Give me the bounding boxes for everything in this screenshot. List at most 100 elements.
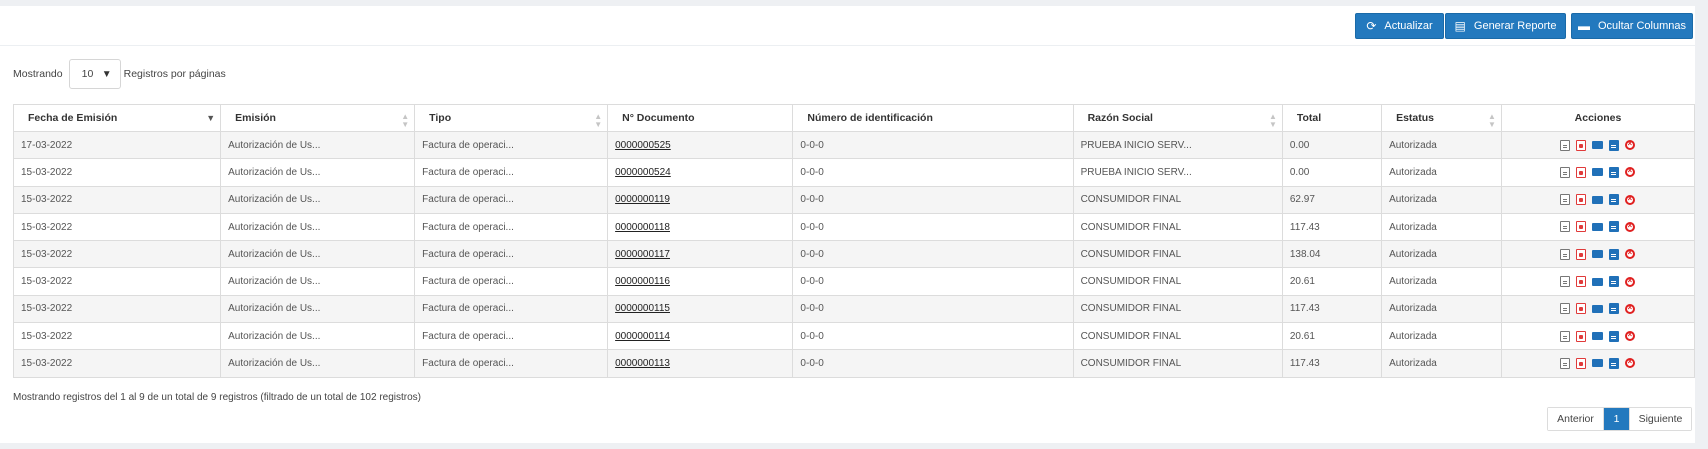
cell-identificacion: 0-0-0 [792,240,1074,269]
email-icon[interactable] [1592,250,1604,259]
email-icon[interactable] [1592,141,1604,150]
pdf-icon[interactable] [1576,303,1587,315]
cell-identificacion: 0-0-0 [792,212,1074,242]
cell-estatus: Autorizada [1381,130,1502,160]
cell-documento: 0000000525 [607,130,794,160]
cell-fecha: 17-03-2022 [12,130,222,160]
cell-tipo: Factura de operaci... [414,349,609,378]
page-length-select[interactable]: 10 ▼ [68,59,121,89]
email-icon[interactable] [1592,195,1604,204]
sort-icon: ▲ ▼ [1268,112,1277,129]
cancel-icon[interactable] [1625,139,1636,151]
cell-acciones [1500,185,1696,214]
header-estatus[interactable]: Estatus ▲ ▼ [1381,104,1502,132]
document-link[interactable]: 0000000114 [615,331,670,342]
next-page-button[interactable]: Siguiente [1629,408,1691,430]
pdf-icon[interactable] [1576,194,1587,206]
document-link[interactable]: 0000000113 [615,358,670,369]
document-icon[interactable] [1609,330,1620,342]
email-icon[interactable] [1592,277,1604,286]
header-fecha[interactable]: Fecha de Emisión ▼ [12,104,222,132]
cell-tipo: Factura de operaci... [414,212,609,242]
cancel-icon[interactable] [1625,221,1636,232]
cell-total: 0.00 [1281,130,1383,160]
document-link[interactable]: 0000000119 [615,194,670,205]
cell-documento: 0000000116 [607,267,794,296]
cell-razon: CONSUMIDOR FINAL [1072,349,1283,378]
cell-fecha: 15-03-2022 [12,267,222,296]
xml-file-icon[interactable] [1560,248,1571,260]
email-icon[interactable] [1592,359,1604,368]
cancel-icon[interactable] [1625,166,1636,178]
document-icon[interactable] [1609,221,1620,233]
document-link[interactable]: 0000000525 [615,140,671,151]
cell-identificacion: 0-0-0 [792,294,1074,324]
header-documento[interactable]: N° Documento [607,104,794,132]
cancel-icon[interactable] [1625,303,1636,314]
document-icon[interactable] [1609,139,1620,151]
table-row: 15-03-2022 Autorización de Us... Factura d… [12,294,1696,324]
table-row: 15-03-2022 Autorización de Us... Factura d… [12,185,1696,214]
hide-columns-button[interactable]: ▬ Ocultar Columnas [1571,13,1693,39]
email-icon[interactable] [1592,168,1604,177]
cell-razon: CONSUMIDOR FINAL [1072,185,1283,214]
xml-file-icon[interactable] [1560,276,1571,288]
xml-file-icon[interactable] [1560,166,1571,178]
document-icon[interactable] [1609,357,1620,369]
sort-icon: ▲ ▼ [401,112,410,129]
pdf-icon[interactable] [1576,276,1587,288]
pdf-icon[interactable] [1576,357,1587,369]
document-icon[interactable] [1609,194,1620,206]
cancel-icon[interactable] [1625,194,1636,205]
cell-documento: 0000000114 [607,322,794,351]
table-row: 15-03-2022 Autorización de Us... Factura d… [12,267,1696,296]
email-icon[interactable] [1592,332,1604,341]
previous-page-button[interactable]: Anterior [1548,408,1604,430]
document-link[interactable]: 0000000115 [615,303,670,314]
pdf-icon[interactable] [1576,221,1587,233]
document-icon[interactable] [1609,166,1620,178]
cell-fecha: 15-03-2022 [12,240,222,269]
document-icon[interactable] [1609,303,1620,315]
cancel-icon[interactable] [1625,276,1636,287]
pdf-icon[interactable] [1576,330,1587,342]
pdf-icon[interactable] [1576,139,1587,151]
document-icon[interactable] [1609,276,1620,288]
xml-file-icon[interactable] [1560,221,1571,233]
cell-estatus: Autorizada [1381,212,1502,242]
cell-estatus: Autorizada [1381,158,1502,187]
xml-file-icon[interactable] [1560,139,1571,151]
header-tipo[interactable]: Tipo ▲ ▼ [414,104,609,132]
cancel-icon[interactable] [1625,357,1636,369]
cell-razon: CONSUMIDOR FINAL [1072,267,1283,296]
page-length-value: 10 [81,68,94,80]
cell-acciones [1500,240,1696,269]
table-row: 15-03-2022 Autorización de Us... Factura d… [12,158,1696,187]
email-icon[interactable] [1592,222,1604,231]
document-link[interactable]: 0000000117 [615,249,670,260]
refresh-button[interactable]: ⟳ Actualizar [1355,13,1444,39]
email-icon[interactable] [1592,304,1604,313]
cell-fecha: 15-03-2022 [12,294,222,324]
pdf-icon[interactable] [1576,166,1587,178]
cell-acciones [1500,294,1696,324]
cell-total: 20.61 [1281,267,1383,296]
page-1-button[interactable]: 1 [1604,408,1629,430]
document-link[interactable]: 0000000118 [615,222,670,233]
xml-file-icon[interactable] [1560,357,1571,369]
document-icon[interactable] [1609,248,1620,260]
header-identificacion[interactable]: Número de identificación [792,104,1074,132]
xml-file-icon[interactable] [1560,303,1571,315]
xml-file-icon[interactable] [1560,194,1571,206]
header-emision[interactable]: Emisión ▲ ▼ [220,104,416,132]
pdf-icon[interactable] [1576,248,1587,260]
document-link[interactable]: 0000000524 [615,167,671,178]
cancel-icon[interactable] [1625,248,1636,260]
header-total[interactable]: Total [1281,104,1383,132]
header-razon-social[interactable]: Razón Social ▲ ▼ [1072,104,1283,132]
document-link[interactable]: 0000000116 [615,276,670,287]
page-length-control: Mostrando 10 ▼ Registros por páginas [13,59,226,89]
cancel-icon[interactable] [1625,330,1636,342]
generate-report-button[interactable]: ▤ Generar Reporte [1445,13,1566,39]
xml-file-icon[interactable] [1560,330,1571,342]
